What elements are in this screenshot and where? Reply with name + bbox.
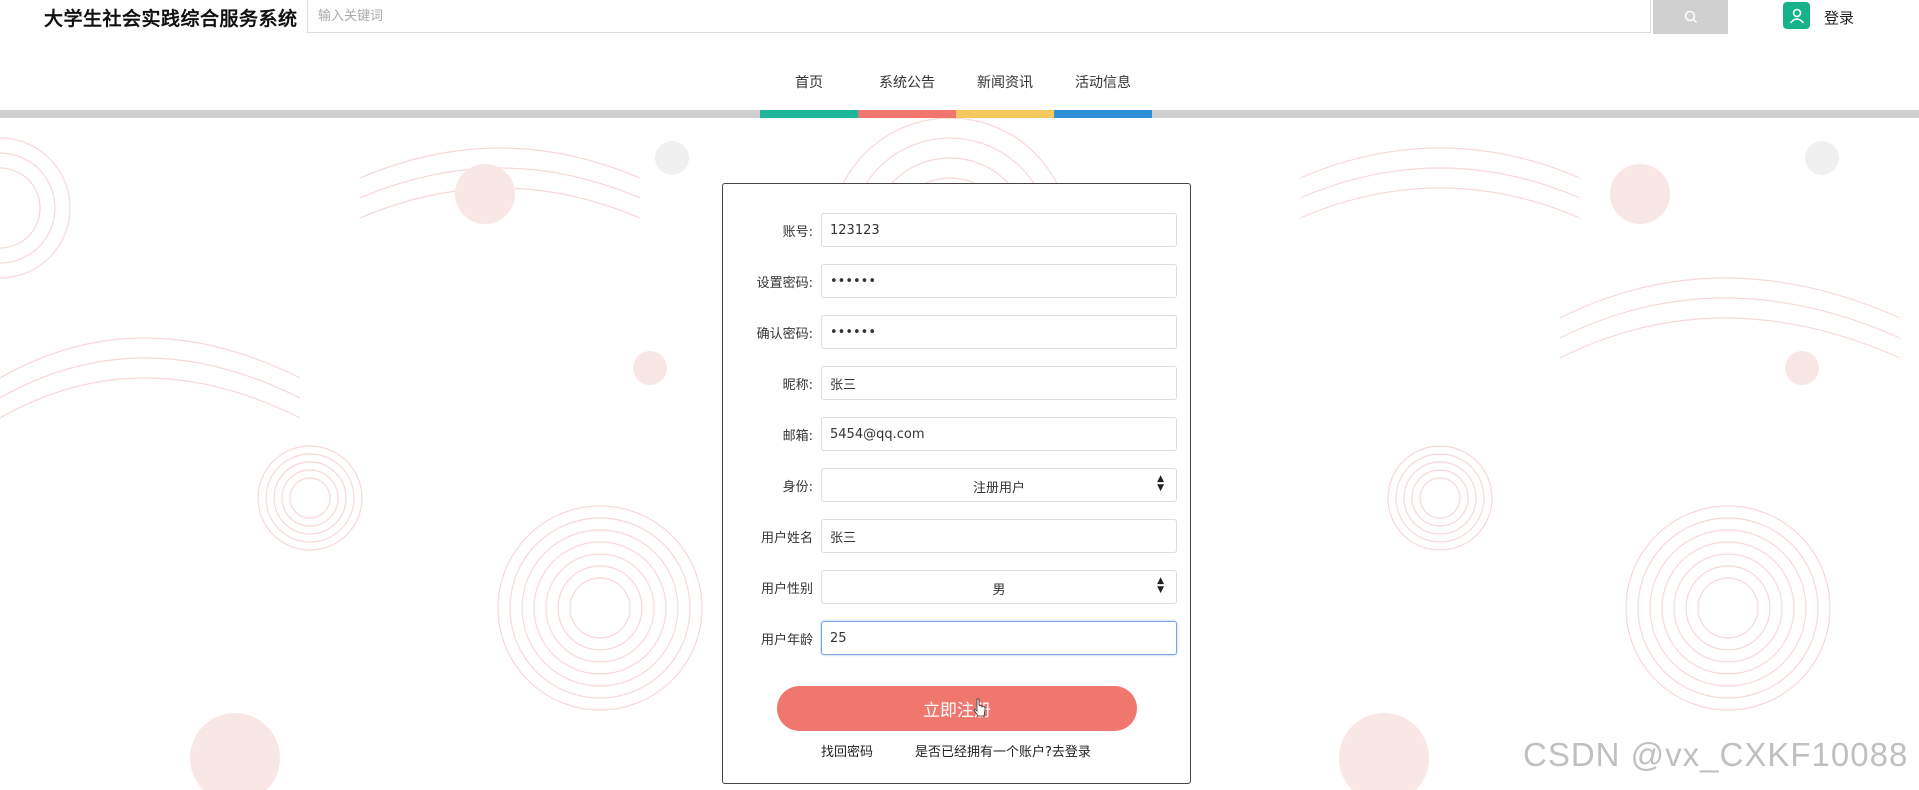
identity-select[interactable]: 注册用户 ▲ ▼ (821, 468, 1177, 502)
age-label: 用户年龄 (760, 633, 813, 648)
register-form: 账号: 设置密码: 确认密码: 昵称: 邮箱: 身份: 注册用户 ▲▼ 用户姓名… (722, 183, 1191, 784)
cursor-icon (973, 698, 986, 717)
gender-select[interactable]: 男 ▲ ▼ (821, 570, 1177, 604)
age-input[interactable] (821, 621, 1177, 655)
search-icon (1684, 10, 1697, 24)
search-button[interactable] (1653, 0, 1728, 34)
go-login-link[interactable]: 是否已经拥有一个账户?去登录 (915, 741, 1091, 760)
user-icon (1789, 8, 1804, 24)
main-nav: 首页 系统公告 新闻资讯 活动信息 (760, 72, 1152, 96)
user-name-label: 用户姓名 (760, 531, 813, 546)
search-input[interactable] (307, 0, 1651, 33)
account-label: 账号: (782, 225, 813, 240)
nav-underline-news (956, 110, 1054, 118)
account-input[interactable] (821, 213, 1177, 247)
nav-item-home[interactable]: 首页 (760, 72, 858, 96)
select-caret-icon: ▲ ▼ (1157, 474, 1164, 493)
confirm-password-label: 确认密码: (756, 327, 813, 342)
user-avatar-button[interactable] (1783, 2, 1810, 29)
password-label: 设置密码: (756, 276, 813, 291)
nickname-label: 昵称: (782, 378, 813, 393)
email-label: 邮箱: (782, 429, 813, 444)
site-title: 大学生社会实践综合服务系统 (44, 8, 298, 30)
login-link[interactable]: 登录 (1824, 7, 1854, 28)
user-name-input[interactable] (821, 519, 1177, 553)
nav-underline-activities (1054, 110, 1152, 118)
form-row-gender: 用户性别 男 ▲ ▼ (723, 570, 1192, 604)
nav-item-announcements[interactable]: 系统公告 (858, 72, 956, 96)
form-row-nickname: 昵称: (723, 366, 1192, 400)
gender-select-value: 男 (992, 583, 1006, 598)
password-input[interactable] (821, 264, 1177, 298)
form-row-email: 邮箱: (723, 417, 1192, 451)
select-caret-icon: ▲ ▼ (1157, 576, 1164, 595)
form-row-confirm-password: 确认密码: (723, 315, 1192, 349)
watermark: CSDN @vx_CXKF10088 (1523, 736, 1909, 773)
form-row-user-name: 用户姓名 (723, 519, 1192, 553)
register-button[interactable]: 立即注册 (777, 686, 1137, 731)
nav-underline-announcements (858, 110, 956, 118)
forgot-password-link[interactable]: 找回密码 (821, 741, 873, 760)
top-header: 大学生社会实践综合服务系统 登录 首页 系统公告 新闻资讯 活动信息 (0, 0, 1919, 118)
identity-label: 身份: (782, 480, 813, 495)
nickname-input[interactable] (821, 366, 1177, 400)
form-row-identity: 身份: 注册用户 ▲ ▼ (723, 468, 1192, 502)
confirm-password-input[interactable] (821, 315, 1177, 349)
form-row-age: 用户年龄 (723, 621, 1192, 655)
nav-item-news[interactable]: 新闻资讯 (956, 72, 1054, 96)
gender-label: 用户性别 (760, 582, 813, 597)
nav-item-activities[interactable]: 活动信息 (1054, 72, 1152, 96)
identity-select-value: 注册用户 (972, 481, 1025, 496)
form-row-account: 账号: (723, 213, 1192, 247)
nav-underline-home (760, 110, 858, 118)
form-row-password: 设置密码: (723, 264, 1192, 298)
email-input[interactable] (821, 417, 1177, 451)
